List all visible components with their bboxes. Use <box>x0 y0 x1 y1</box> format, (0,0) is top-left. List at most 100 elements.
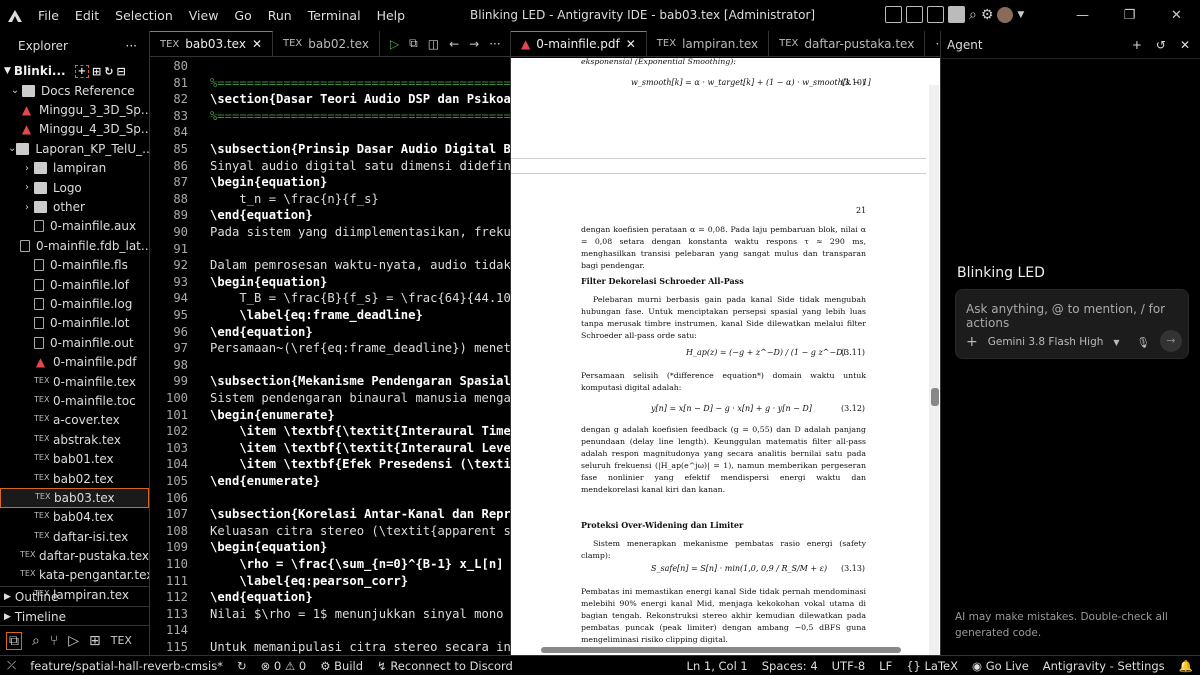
back-arrow-icon[interactable]: ← <box>449 37 459 51</box>
source-control-icon[interactable]: ⑂ <box>50 633 58 649</box>
tree-item[interactable]: › Logo <box>0 178 149 197</box>
tree-item[interactable]: TEX daftar-isi.tex <box>0 527 149 546</box>
menu-item-file[interactable]: File <box>30 0 67 31</box>
tab-bab02[interactable]: TEX bab02.tex <box>273 31 380 56</box>
pdf-vertical-scrollbar[interactable] <box>929 85 939 655</box>
collapse-all-icon[interactable]: ⊟ <box>116 65 125 78</box>
new-folder-icon[interactable]: ⊞ <box>92 65 101 78</box>
more-actions-icon[interactable]: ··· <box>126 39 137 53</box>
encoding[interactable]: UTF-8 <box>825 659 873 673</box>
tree-item[interactable]: TEX 0-mainfile.toc <box>0 391 149 410</box>
add-context-icon[interactable]: + <box>966 334 978 350</box>
history-icon[interactable]: ↺ <box>1156 38 1166 52</box>
cursor-position[interactable]: Ln 1, Col 1 <box>680 659 755 673</box>
code-area[interactable]: 80 81 %===================================… <box>150 57 510 655</box>
account-avatar[interactable] <box>997 6 1014 23</box>
tab-lampiran[interactable]: TEX lampiran.tex <box>647 31 770 56</box>
tree-item[interactable]: TEX bab04.tex <box>0 508 149 527</box>
microphone-icon[interactable]: 🎙 <box>1137 336 1150 349</box>
layout-icon[interactable] <box>885 6 902 23</box>
menu-item-run[interactable]: Run <box>260 0 300 31</box>
tree-item[interactable]: › other <box>0 197 149 216</box>
toggle-sidebar-icon[interactable] <box>906 6 923 23</box>
language-mode[interactable]: {} LaTeX <box>899 659 965 673</box>
run-icon[interactable]: ▷ <box>390 37 399 51</box>
tree-item[interactable]: 0-mainfile.fls <box>0 256 149 275</box>
tree-item[interactable]: 0-mainfile.log <box>0 294 149 313</box>
menu-item-selection[interactable]: Selection <box>107 0 181 31</box>
sync-icon[interactable]: ↻ <box>230 659 254 673</box>
tree-item[interactable]: TEX kata-pengantar.tex <box>0 566 149 585</box>
tree-item[interactable]: TEX abstrak.tex <box>0 430 149 449</box>
tree-item[interactable]: TEX bab01.tex <box>0 449 149 468</box>
explorer-icon[interactable]: ⧉ <box>6 631 22 650</box>
tab-mainfile-pdf[interactable]: ▲ 0-mainfile.pdf ✕ <box>511 31 647 56</box>
chevron-down-icon[interactable]: ▼ <box>1017 10 1024 20</box>
workspace-root[interactable]: ▼ Blinki... + ⊞ ↻ ⊟ <box>0 61 149 81</box>
tree-item[interactable]: 0-mainfile.out <box>0 333 149 352</box>
remote-icon[interactable]: ⤫ <box>0 658 23 673</box>
run-debug-icon[interactable]: ▷ <box>68 633 79 649</box>
extensions-icon[interactable]: ⊞ <box>89 633 101 649</box>
new-file-icon[interactable]: + <box>74 64 89 78</box>
menu-item-terminal[interactable]: Terminal <box>300 0 369 31</box>
menu-item-edit[interactable]: Edit <box>67 0 107 31</box>
git-branch[interactable]: feature/spatial-hall-reverb-cmsis* <box>23 659 230 673</box>
discord-button[interactable]: ↯ Reconnect to Discord <box>370 659 520 673</box>
forward-arrow-icon[interactable]: → <box>469 37 479 51</box>
tree-item[interactable]: TEX bab02.tex <box>0 469 149 488</box>
tree-item[interactable]: ▲ Minggu_3_3D_Sp... <box>0 100 149 119</box>
tree-item[interactable]: TEX a-cover.tex <box>0 411 149 430</box>
build-button[interactable]: ⚙ Build <box>313 659 370 673</box>
more-actions-icon[interactable]: ··· <box>489 37 500 51</box>
pdf-document[interactable]: eksponensial (Exponential Smoothing): w_… <box>511 58 941 655</box>
tab-daftar-pustaka[interactable]: TEX daftar-pustaka.tex <box>769 31 926 56</box>
restore-icon[interactable]: ❐ <box>1106 0 1153 31</box>
settings-button[interactable]: Antigravity - Settings <box>1036 659 1172 673</box>
indentation[interactable]: Spaces: 4 <box>755 659 825 673</box>
problems-indicator[interactable]: ⊗ 0 ⚠ 0 <box>254 659 314 673</box>
chevron-down-icon[interactable]: ▼ <box>1113 338 1119 347</box>
tree-item[interactable]: ▲ 0-mainfile.pdf <box>0 352 149 371</box>
tree-item[interactable]: TEX bab03.tex <box>0 488 149 508</box>
pdf-horizontal-scrollbar[interactable] <box>541 647 901 653</box>
pdf-scroll-thumb[interactable] <box>931 388 939 406</box>
send-icon[interactable]: → <box>1160 330 1182 352</box>
timeline-section[interactable]: ▶ Timeline <box>0 606 150 626</box>
tree-item[interactable]: ▲ Minggu_4_3D_Sp... <box>0 120 149 139</box>
toggle-panel-icon[interactable] <box>927 6 944 23</box>
agent-input-box[interactable]: Ask anything, @ to mention, / for action… <box>955 289 1189 359</box>
settings-gear-icon[interactable]: ⚙ <box>981 7 994 23</box>
toggle-secondary-sidebar-icon[interactable] <box>948 6 965 23</box>
tree-item[interactable]: › lampiran <box>0 159 149 178</box>
close-icon[interactable]: ✕ <box>626 37 636 51</box>
close-icon[interactable]: ✕ <box>1153 0 1200 31</box>
tree-item[interactable]: 0-mainfile.fdb_lat... <box>0 236 149 255</box>
tree-item[interactable]: 0-mainfile.lof <box>0 275 149 294</box>
line-ending[interactable]: LF <box>872 659 899 673</box>
refresh-icon[interactable]: ↻ <box>104 65 113 78</box>
tree-item[interactable]: TEX 0-mainfile.tex <box>0 372 149 391</box>
tab-bab03[interactable]: TEX bab03.tex ✕ <box>150 31 273 56</box>
new-chat-icon[interactable]: + <box>1132 38 1142 52</box>
agent-input-placeholder[interactable]: Ask anything, @ to mention, / for action… <box>966 302 1188 330</box>
menu-item-help[interactable]: Help <box>369 0 414 31</box>
split-editor-icon[interactable]: ◫ <box>428 37 439 51</box>
preview-icon[interactable]: ⧉ <box>409 36 418 51</box>
menu-item-view[interactable]: View <box>181 0 227 31</box>
tree-item[interactable]: 0-mainfile.lot <box>0 314 149 333</box>
tree-item[interactable]: 0-mainfile.aux <box>0 217 149 236</box>
minimize-icon[interactable]: — <box>1059 0 1106 31</box>
tree-item[interactable]: TEX daftar-pustaka.tex <box>0 546 149 565</box>
menu-item-go[interactable]: Go <box>226 0 259 31</box>
search-icon[interactable]: ⌕ <box>32 633 40 649</box>
tree-item[interactable]: ⌄ Docs Reference <box>0 81 149 100</box>
close-icon[interactable]: ✕ <box>252 37 262 51</box>
close-icon[interactable]: ✕ <box>1180 38 1190 52</box>
tex-icon[interactable]: TEX <box>111 634 132 647</box>
notifications-icon[interactable]: 🔔 <box>1172 659 1200 673</box>
go-live-button[interactable]: ◉ Go Live <box>965 659 1036 673</box>
outline-section[interactable]: ▶ Outline <box>0 586 150 606</box>
model-selector[interactable]: Gemini 3.8 Flash High <box>988 336 1104 348</box>
tree-item[interactable]: ⌄ Laporan_KP_TelU_... <box>0 139 149 158</box>
